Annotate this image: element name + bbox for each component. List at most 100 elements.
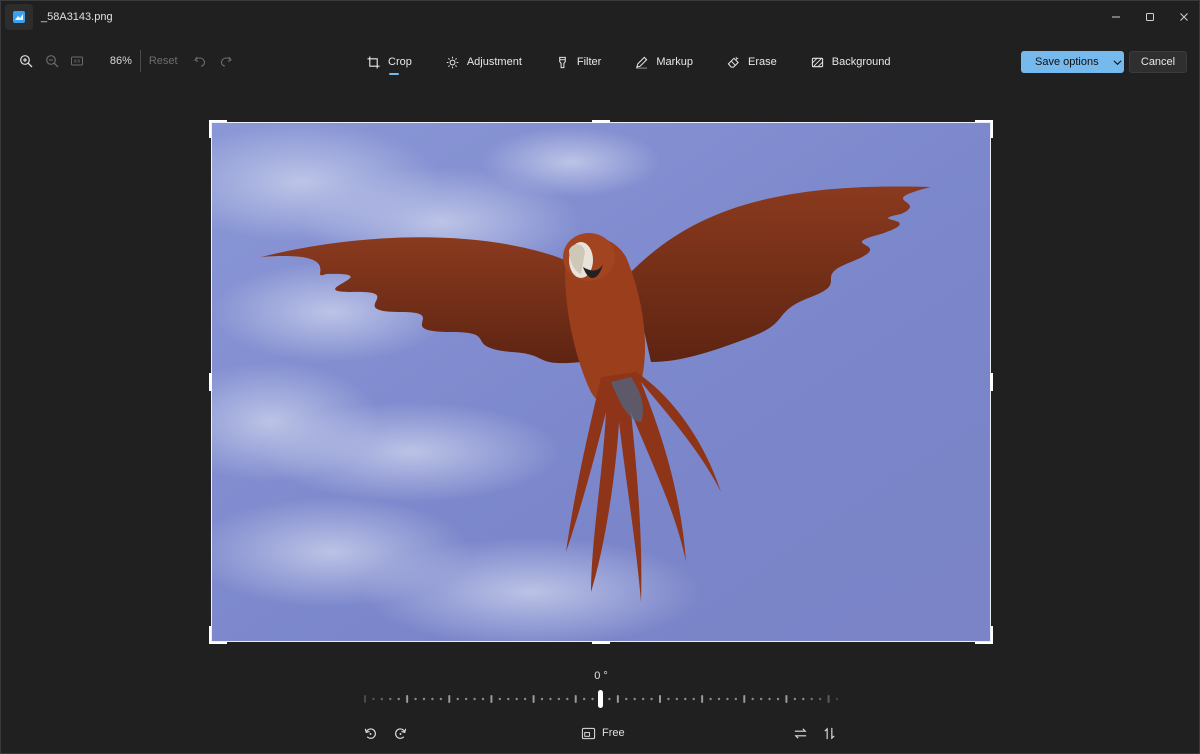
tab-markup[interactable]: Markup [635, 49, 693, 75]
close-button[interactable] [1167, 1, 1200, 33]
image-canvas[interactable] [211, 122, 991, 642]
ruler-minor-tick [633, 697, 636, 701]
undo-button[interactable] [188, 47, 214, 75]
ruler-minor-tick [540, 697, 544, 701]
tab-filter[interactable]: Filter [556, 49, 601, 75]
ruler-minor-tick [776, 697, 780, 701]
ruler-minor-tick [759, 697, 763, 701]
parrot-photo [211, 122, 991, 642]
tab-background[interactable]: Background [811, 49, 891, 75]
photos-logo-icon [13, 11, 25, 23]
active-tab-indicator [389, 73, 399, 75]
tab-crop[interactable]: Crop [367, 49, 412, 75]
ruler-minor-tick [751, 697, 754, 701]
zoom-toolbar: 86% Reset [13, 45, 239, 77]
ruler-major-tick [406, 695, 409, 703]
flip-horizontal-icon [794, 727, 807, 739]
ruler-major-tick [785, 695, 788, 703]
zoom-in-button[interactable] [13, 47, 39, 75]
minimize-icon [1112, 16, 1120, 18]
crop-handle-bottom[interactable] [592, 641, 610, 644]
tab-adjustment-label: Adjustment [466, 56, 522, 68]
ruler-minor-tick [464, 697, 468, 701]
rotate-right-button[interactable] [393, 723, 408, 743]
actual-size-icon [71, 56, 84, 66]
rotate-left-button[interactable] [363, 723, 378, 743]
tab-adjustment[interactable]: Adjustment [446, 49, 522, 75]
zoom-in-icon [19, 55, 33, 68]
window-title: _58A3143.png [41, 11, 113, 23]
ruler-major-tick [743, 695, 746, 703]
save-options-label: Save options [1035, 56, 1099, 68]
ruler-major-tick [616, 695, 619, 703]
edit-tabs: Crop Adjustment Filter Markup Erase Back… [367, 49, 924, 75]
flip-vertical-button[interactable] [822, 723, 837, 743]
aspect-ratio-icon [581, 727, 596, 739]
crop-icon [367, 55, 380, 69]
crop-handle-bottom-left[interactable] [209, 626, 227, 644]
photos-editor-window: _58A3143.png 86% Reset Crop Adjustment F… [0, 0, 1200, 754]
zoom-out-icon [45, 55, 58, 68]
ruler-minor-tick [507, 697, 510, 701]
ruler-minor-tick [431, 697, 434, 701]
crop-handle-bottom-right[interactable] [975, 626, 993, 644]
crop-handle-top-right[interactable] [975, 120, 993, 138]
ruler-minor-tick [726, 697, 729, 701]
ruler-minor-tick [709, 697, 712, 701]
ruler-minor-tick [372, 697, 375, 701]
ruler-minor-tick [835, 697, 839, 701]
chevron-down-icon [1113, 59, 1122, 65]
ruler-minor-tick [734, 697, 738, 701]
ruler-major-tick [490, 695, 493, 703]
filter-icon [559, 56, 566, 68]
maximize-button[interactable] [1133, 1, 1167, 33]
brightness-icon [446, 56, 459, 68]
tab-background-label: Background [831, 56, 891, 68]
ruler-minor-tick [523, 697, 527, 701]
redo-icon [221, 56, 232, 67]
ruler-minor-tick [608, 697, 611, 701]
crop-handle-left[interactable] [209, 373, 212, 391]
ruler-minor-tick [422, 697, 426, 701]
ruler-minor-tick [793, 697, 797, 701]
ruler-minor-tick [717, 697, 721, 701]
ruler-minor-tick [498, 697, 502, 701]
ruler-minor-tick [582, 697, 586, 701]
reset-button[interactable]: Reset [149, 55, 178, 67]
title-bar: _58A3143.png [1, 1, 1200, 33]
eraser-icon [727, 56, 739, 68]
ruler-major-tick [574, 695, 577, 703]
maximize-icon [1146, 13, 1154, 21]
crop-handle-top-left[interactable] [209, 120, 227, 138]
window-controls [1099, 1, 1200, 33]
crop-handle-right[interactable] [990, 373, 993, 391]
aspect-ratio-button[interactable]: Free [581, 723, 625, 743]
zoom-out-button[interactable] [39, 47, 65, 75]
zoom-divider [139, 50, 141, 72]
ruler-minor-tick [692, 697, 695, 701]
ruler-minor-tick [675, 697, 679, 701]
ruler-minor-tick [667, 697, 670, 701]
crop-handle-top[interactable] [592, 120, 610, 123]
close-icon [1180, 13, 1188, 21]
ruler-major-tick [827, 695, 830, 703]
ruler-major-tick [364, 695, 366, 703]
straighten-slider-thumb[interactable] [598, 690, 603, 708]
redo-button[interactable] [213, 47, 239, 75]
tab-erase-label: Erase [748, 56, 777, 68]
ruler-major-tick [532, 695, 535, 703]
ruler-major-tick [448, 695, 451, 703]
background-icon [811, 57, 823, 67]
minimize-button[interactable] [1099, 1, 1133, 33]
cancel-button[interactable]: Cancel [1129, 51, 1187, 73]
actual-size-button[interactable] [64, 47, 90, 75]
undo-icon [194, 56, 206, 67]
rotate-right-icon [395, 727, 407, 739]
ruler-minor-tick [439, 697, 443, 701]
ruler-minor-tick [549, 697, 552, 701]
tab-filter-label: Filter [576, 56, 602, 68]
save-options-button[interactable]: Save options [1021, 51, 1124, 73]
ruler-minor-tick [641, 697, 645, 701]
flip-horizontal-button[interactable] [793, 723, 808, 743]
tab-erase[interactable]: Erase [727, 49, 777, 75]
